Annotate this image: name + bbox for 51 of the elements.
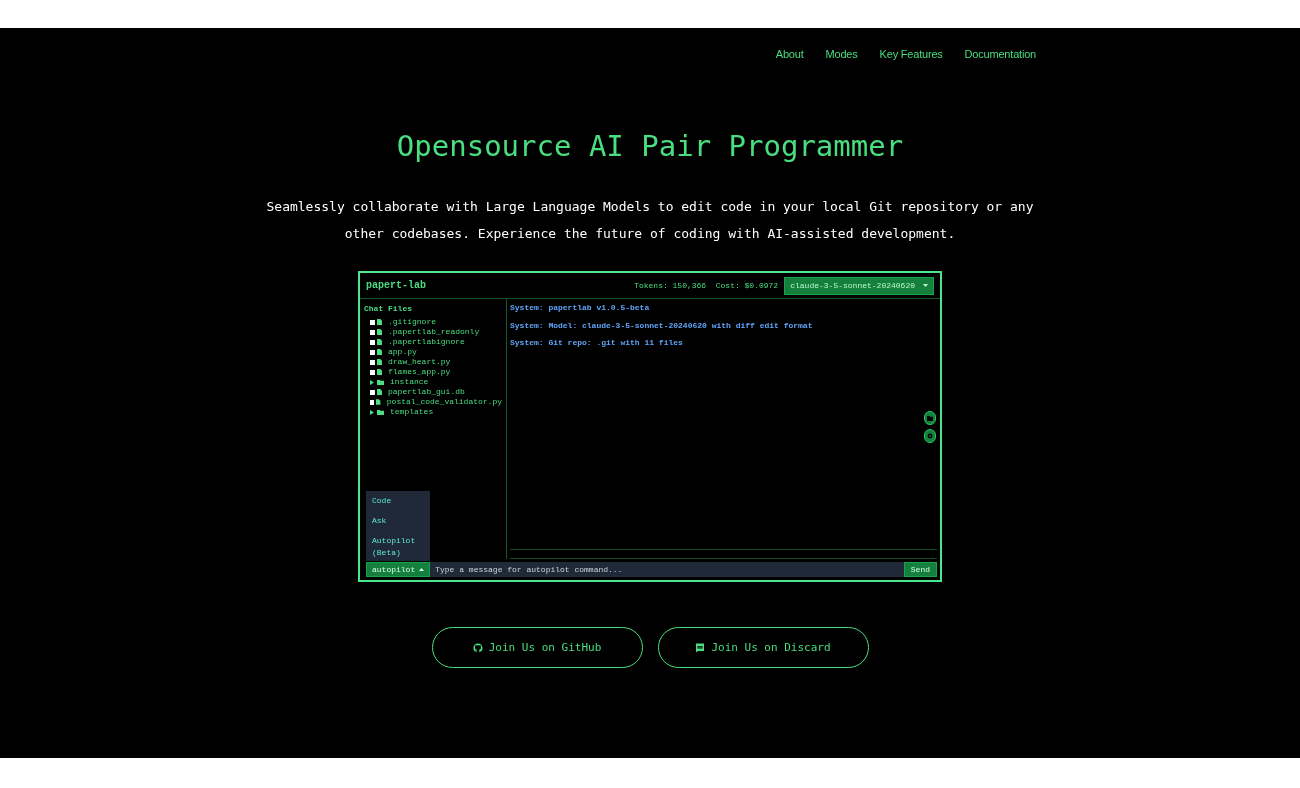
menu-item[interactable]: Code bbox=[366, 495, 416, 508]
folder-button[interactable] bbox=[924, 411, 936, 426]
settings-button[interactable] bbox=[924, 429, 936, 444]
chat-icon bbox=[695, 642, 706, 653]
caret-icon bbox=[923, 284, 928, 288]
folder-icon bbox=[377, 409, 384, 415]
expand-arrow-icon[interactable] bbox=[370, 409, 375, 415]
checkbox[interactable] bbox=[370, 359, 375, 365]
caret-icon bbox=[419, 568, 425, 572]
file-name[interactable]: draw_heart.py bbox=[388, 356, 451, 369]
checkbox[interactable] bbox=[370, 339, 375, 345]
message-input[interactable]: Type a message for autopilot command... bbox=[430, 562, 904, 578]
folder-icon bbox=[927, 415, 933, 421]
file-name[interactable]: instance bbox=[390, 376, 429, 389]
file-name[interactable]: templates bbox=[390, 406, 434, 419]
nav-link-item[interactable]: Modes bbox=[825, 46, 858, 63]
checkbox[interactable] bbox=[370, 369, 375, 375]
chat-message: System: papertlab v1.0.5-beta bbox=[510, 302, 651, 315]
menu-item[interactable]: Autopilot (Beta) bbox=[366, 535, 416, 560]
nav-link-item[interactable]: Key Features bbox=[879, 46, 943, 63]
file-name[interactable]: postal_code_validator.py bbox=[386, 396, 502, 409]
github-icon bbox=[472, 642, 483, 653]
file-name[interactable]: papertlab_gui.db bbox=[388, 386, 465, 399]
hero-title: Opensource AI Pair Programmer bbox=[395, 128, 905, 164]
checkbox[interactable] bbox=[370, 349, 375, 355]
checkbox[interactable] bbox=[370, 389, 375, 395]
file-name[interactable]: app.py bbox=[388, 346, 417, 359]
expand-arrow-icon[interactable] bbox=[370, 379, 375, 385]
folder-icon bbox=[377, 379, 384, 385]
nav-link-item[interactable]: About bbox=[775, 46, 804, 63]
usage-stats: Tokens: 150,366 Cost: $0.0972 bbox=[634, 279, 779, 292]
send-button[interactable]: Send bbox=[903, 562, 937, 578]
app-title: papert-lab bbox=[366, 279, 426, 294]
join-button[interactable]: Join Us on GitHub bbox=[431, 627, 643, 669]
hero-subtitle: Seamlessly collaborate with Large Language Models to edit code in your local Git repository or any other codebases. Experience the future of coding with AI-assisted development. bbox=[265, 198, 1035, 244]
file-name[interactable]: .gitignore bbox=[388, 316, 436, 329]
mode-button[interactable]: autopilot bbox=[366, 562, 431, 578]
settings-icon bbox=[927, 433, 933, 440]
model-select[interactable]: claude-3-5-sonnet-20240620 bbox=[784, 276, 934, 295]
nav-link-item[interactable]: Documentation bbox=[964, 46, 1036, 63]
checkbox[interactable] bbox=[370, 399, 375, 405]
file-name[interactable]: flames_app.py bbox=[388, 366, 451, 379]
checkbox[interactable] bbox=[370, 319, 375, 325]
files-heading: Chat Files bbox=[364, 303, 413, 316]
menu-item[interactable]: Ask bbox=[366, 515, 416, 528]
join-button[interactable]: Join Us on Discard bbox=[657, 627, 869, 669]
file-name[interactable]: .papertlab_readonly bbox=[388, 326, 480, 339]
file-name[interactable]: .papertlabignore bbox=[388, 336, 465, 349]
chat-message: System: Model: claude-3-5-sonnet-20240620 with diff edit format bbox=[510, 319, 814, 332]
checkbox[interactable] bbox=[370, 329, 375, 335]
chat-message: System: Git repo: .git with 11 files bbox=[510, 337, 684, 350]
